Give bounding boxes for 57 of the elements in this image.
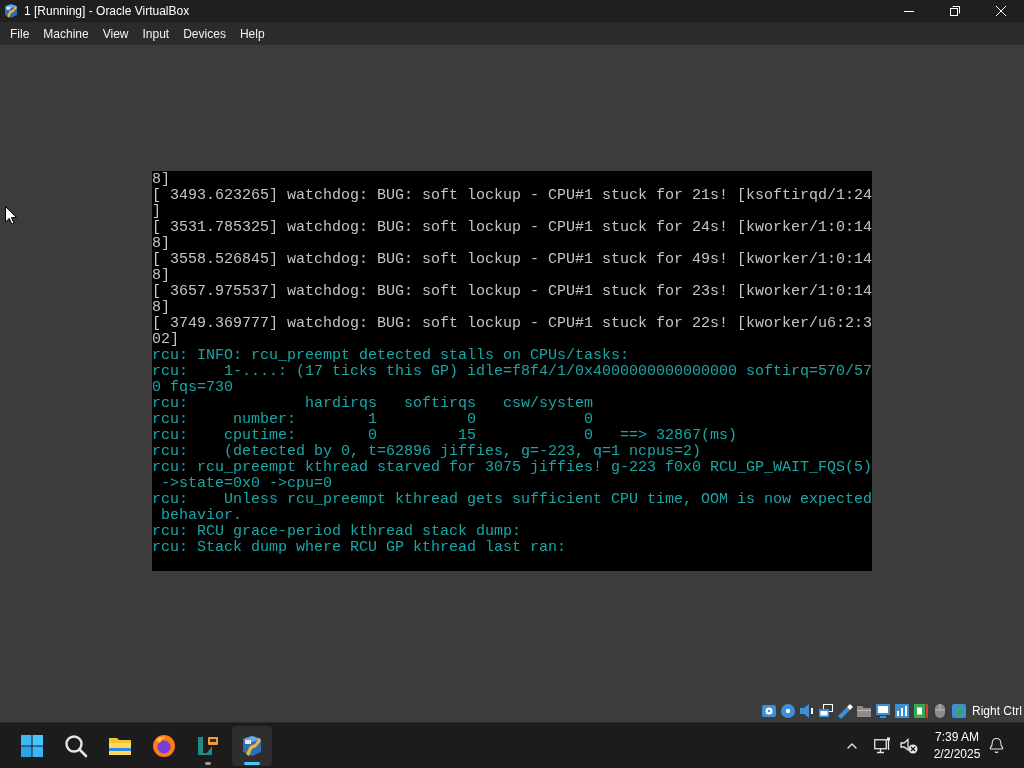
network-monitor-icon[interactable] [874, 736, 892, 755]
console-line: ] [152, 204, 161, 220]
four-squares-icon [20, 733, 44, 758]
window-title: 1 [Running] - Oracle VirtualBox [24, 4, 191, 18]
cube-logo-icon [240, 733, 264, 758]
console-line: rcu: (detected by 0, t=62896 jiffies, g=-223, q=1 ncpus=2) [152, 444, 702, 460]
console-line: 8] [152, 268, 170, 284]
console-line: [ 3558.526845] watchdog: BUG: soft lockup - CPU#1 stuck for 49s! [kworker/1:0:14 [152, 252, 873, 268]
menu-item[interactable]: Machine [36, 23, 96, 44]
disc-icon[interactable] [780, 703, 796, 719]
console-line: rcu: RCU grace-period kthread stack dump: [152, 524, 522, 540]
close-icon [996, 6, 1006, 16]
speaker-icon[interactable] [799, 703, 815, 719]
console-line: 0 fqs=730 [152, 380, 233, 396]
console-line: rcu: Unless rcu_preempt kthread gets sufficient CPU time, OOM is now expected [152, 492, 873, 508]
menu-item[interactable]: Help [232, 23, 272, 44]
console-line: rcu: number: 1 0 0 [152, 412, 594, 428]
circle-logo-icon [152, 733, 176, 758]
host-key-label: Right Ctrl [972, 704, 1022, 718]
clock-date: 2/2/2025 [933, 745, 981, 763]
minimize-icon [904, 10, 914, 12]
mouse-pointer-icon [5, 206, 17, 225]
console-line: behavior. [160, 508, 242, 524]
console-line: rcu: rcu_preempt kthread starved for 3075 jiffies! g-223 f0x0 RCU_GP_WAIT_FQS(5) [152, 460, 873, 476]
speaker-muted-icon[interactable] [900, 737, 918, 754]
console-line: rcu: Stack dump where RCU GP kthread last ran: [152, 540, 567, 556]
console-line: [ 3657.975537] watchdog: BUG: soft lockup - CPU#1 stuck for 23s! [kworker/1:0:14 [152, 284, 873, 300]
chart-window-icon[interactable] [894, 703, 910, 719]
console-line: 02] [152, 332, 179, 348]
folder-icon[interactable] [856, 703, 872, 719]
search-icon [64, 733, 88, 758]
taskbar-button[interactable] [232, 725, 272, 766]
console-line: [ 3531.785325] watchdog: BUG: soft lockup - CPU#1 stuck for 24s! [kworker/1:0:14 [152, 220, 873, 236]
network-windows-icon[interactable] [818, 703, 834, 719]
console-line: rcu: hardirqs softirqs csw/system [152, 396, 594, 412]
mouse-icon[interactable] [932, 703, 948, 719]
menu-item[interactable]: View [95, 23, 136, 44]
arrow-down-tile-icon[interactable] [951, 703, 967, 719]
console-line: 8] [152, 172, 170, 188]
cube-logo-icon [3, 3, 19, 19]
console-line: 8] [152, 236, 170, 252]
chip-icon[interactable] [913, 703, 929, 719]
console-line: ->state=0x0 ->cpu=0 [160, 476, 333, 492]
console-line: rcu: 1-....: (17 ticks this GP) idle=f8f4/1/0x4000000000000000 softirq=570/57 [152, 364, 873, 380]
menu-item[interactable]: Devices [176, 23, 233, 44]
clock-time: 7:39 AM [935, 728, 979, 746]
monitor-icon[interactable] [875, 703, 891, 719]
console-line: [ 3493.623265] watchdog: BUG: soft lockup - CPU#1 stuck for 21s! [ksoftirqd/1:24 [152, 188, 873, 204]
menu-item[interactable]: File [3, 23, 37, 44]
console-line: 8] [152, 300, 170, 316]
usb-stick-icon[interactable] [837, 703, 853, 719]
restore-icon [950, 6, 960, 16]
console-line: [ 3749.369777] watchdog: BUG: soft lockup - CPU#1 stuck for 22s! [kworker/u6:2:3 [152, 316, 873, 332]
menu-item[interactable]: Input [135, 23, 177, 44]
console-line: rcu: INFO: rcu_preempt detected stalls on CPUs/tasks: [152, 348, 630, 364]
console-line: rcu: cputime: 0 15 0 ==> 32867(ms) [152, 428, 738, 444]
bell-icon[interactable] [987, 737, 1005, 754]
